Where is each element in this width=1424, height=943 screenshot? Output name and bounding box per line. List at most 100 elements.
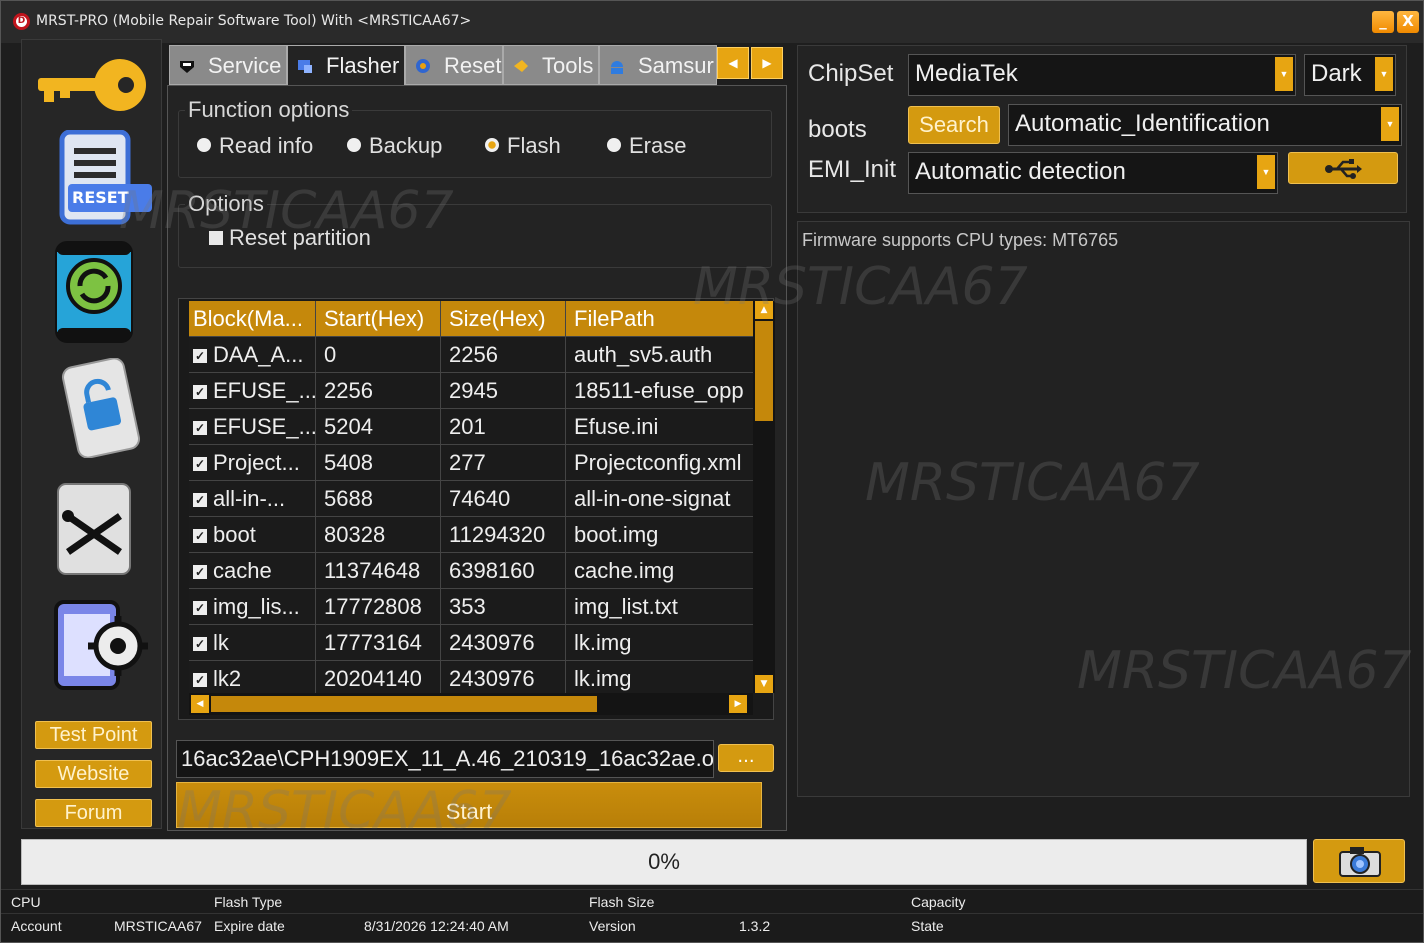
cell-start: 0 [316, 337, 441, 373]
table-row[interactable]: ✓ lk 17773164 2430976 lk.img [189, 625, 753, 661]
close-button[interactable]: X [1397, 11, 1419, 33]
cell-text: auth_sv5.auth [574, 342, 713, 367]
header-start[interactable]: Start(Hex) [316, 301, 441, 337]
cell-start: 17773164 [316, 625, 441, 661]
cell-text: 2430976 [449, 666, 535, 691]
header-size[interactable]: Size(Hex) [441, 301, 566, 337]
boots-select[interactable]: Automatic_Identification ▼ [1008, 104, 1402, 146]
cell-text: 5688 [324, 486, 373, 511]
status-row-2: Account MRSTICAA67 Expire date 8/31/2026… [1, 913, 1423, 942]
log-panel[interactable]: Firmware supports CPU types: MT6765 [797, 221, 1410, 797]
row-checkbox[interactable]: ✓ [193, 421, 207, 435]
tab-bar: Service Flasher Reset Tools Samsur ◀ ▶ [169, 45, 789, 89]
table-row[interactable]: ✓ all-in-... 5688 74640 all-in-one-signat [189, 481, 753, 517]
cell-text: cache.img [574, 558, 675, 583]
scroll-up-arrow-icon[interactable]: ▲ [755, 301, 773, 319]
tab-reset[interactable]: Reset [405, 45, 503, 85]
reset-document-icon[interactable]: RESET [58, 129, 154, 226]
tab-scroll-right-button[interactable]: ▶ [751, 47, 783, 79]
row-checkbox[interactable]: ✓ [193, 529, 207, 543]
table-row[interactable]: ✓ boot 80328 11294320 boot.img [189, 517, 753, 553]
usb-connect-button[interactable] [1288, 152, 1398, 184]
table-row[interactable]: ✓ img_lis... 17772808 353 img_list.txt [189, 589, 753, 625]
title-bar[interactable]: D MRST-PRO (Mobile Repair Software Tool)… [1, 1, 1423, 43]
cell-text: 18511-efuse_opp [574, 378, 744, 403]
row-checkbox[interactable]: ✓ [193, 349, 207, 363]
minimize-button[interactable]: _ [1372, 11, 1394, 33]
screenshot-button[interactable] [1313, 839, 1405, 883]
scroll-left-arrow-icon[interactable]: ◀ [191, 695, 209, 713]
reset-icon [416, 59, 430, 73]
start-button[interactable]: Start [176, 782, 762, 828]
flash-radio[interactable]: Flash [485, 133, 561, 159]
header-filepath[interactable]: FilePath [566, 301, 753, 337]
cell-text: 80328 [324, 522, 386, 547]
row-checkbox[interactable]: ✓ [193, 565, 207, 579]
cell-text: 5408 [324, 450, 373, 475]
horizontal-scroll-thumb[interactable] [211, 696, 597, 712]
row-checkbox[interactable]: ✓ [193, 385, 207, 399]
emi-init-select[interactable]: Automatic detection ▼ [908, 152, 1278, 194]
tab-scroll-left-button[interactable]: ◀ [717, 47, 749, 79]
tab-service[interactable]: Service [169, 45, 287, 85]
search-button[interactable]: Search [908, 106, 1000, 144]
tab-samsung-label: Samsur [638, 53, 714, 78]
phone-unlock-icon[interactable] [58, 358, 144, 458]
chipset-select[interactable]: MediaTek ▼ [908, 54, 1296, 96]
read-info-radio[interactable]: Read info [197, 133, 313, 159]
options-group: Options Reset partition [178, 191, 772, 268]
row-checkbox[interactable]: ✓ [193, 457, 207, 471]
cell-text: boot.img [574, 522, 659, 547]
test-point-button[interactable]: Test Point [35, 721, 152, 749]
usb-icon [1325, 159, 1362, 179]
row-checkbox[interactable]: ✓ [193, 637, 207, 651]
theme-select[interactable]: Dark ▼ [1304, 54, 1396, 96]
row-checkbox[interactable]: ✓ [193, 673, 207, 687]
phone-settings-icon[interactable] [52, 598, 156, 694]
scroll-right-arrow-icon[interactable]: ▶ [729, 695, 747, 713]
cell-text: 5204 [324, 414, 373, 439]
table-row[interactable]: ✓ EFUSE_... 2256 2945 18511-efuse_opp [189, 373, 753, 409]
row-checkbox[interactable]: ✓ [193, 493, 207, 507]
firmware-path-field[interactable]: 16ac32ae\CPH1909EX_11_A.46_210319_16ac32… [176, 740, 714, 778]
flash-type-label: Flash Type [214, 894, 283, 910]
tab-samsung[interactable]: Samsur [599, 45, 717, 85]
table-row[interactable]: ✓ cache 11374648 6398160 cache.img [189, 553, 753, 589]
partition-table: Block(Ma... Start(Hex) Size(Hex) FilePat… [178, 298, 775, 720]
vertical-scroll-thumb[interactable] [755, 321, 773, 421]
cell-start: 17772808 [316, 589, 441, 625]
camera-icon [1339, 847, 1381, 877]
cell-text: 201 [449, 414, 486, 439]
row-checkbox[interactable]: ✓ [193, 601, 207, 615]
header-block[interactable]: Block(Ma... [189, 301, 316, 337]
cell-text: Project... [213, 450, 300, 475]
forum-button[interactable]: Forum [35, 799, 152, 827]
table-row[interactable]: ✓ lk2 20204140 2430976 lk.img [189, 661, 753, 697]
reset-badge: RESET [72, 188, 129, 207]
tab-flasher[interactable]: Flasher [287, 45, 405, 89]
website-button[interactable]: Website [35, 760, 152, 788]
phone-sync-icon[interactable] [54, 240, 134, 344]
cell-size: 11294320 [441, 517, 566, 553]
table-row[interactable]: ✓ DAA_A... 0 2256 auth_sv5.auth [189, 337, 753, 373]
cell-size: 2256 [441, 337, 566, 373]
table-row[interactable]: ✓ EFUSE_... 5204 201 Efuse.ini [189, 409, 753, 445]
cell-text: img_list.txt [574, 594, 678, 619]
table-vertical-scrollbar[interactable]: ▲ ▼ [753, 301, 775, 693]
table-horizontal-scrollbar[interactable]: ◀ ▶ [189, 693, 753, 715]
backup-radio[interactable]: Backup [347, 133, 442, 159]
table-row[interactable]: ✓ Project... 5408 277 Projectconfig.xml [189, 445, 753, 481]
cell-size: 74640 [441, 481, 566, 517]
key-icon[interactable] [34, 52, 150, 118]
browse-button[interactable]: ... [718, 744, 774, 772]
chevron-down-icon: ▼ [1275, 57, 1293, 91]
device-settings-panel: ChipSet MediaTek ▼ Dark ▼ boots Search Aut… [797, 45, 1407, 213]
reset-partition-checkbox[interactable]: Reset partition [209, 225, 371, 251]
scroll-down-arrow-icon[interactable]: ▼ [755, 675, 773, 693]
boots-label: boots [808, 116, 867, 143]
erase-radio[interactable]: Erase [607, 133, 686, 159]
cell-block: ✓ DAA_A... [189, 337, 316, 373]
tools-icon[interactable] [54, 480, 134, 580]
tools-tab-icon [514, 60, 528, 72]
tab-tools[interactable]: Tools [503, 45, 599, 85]
